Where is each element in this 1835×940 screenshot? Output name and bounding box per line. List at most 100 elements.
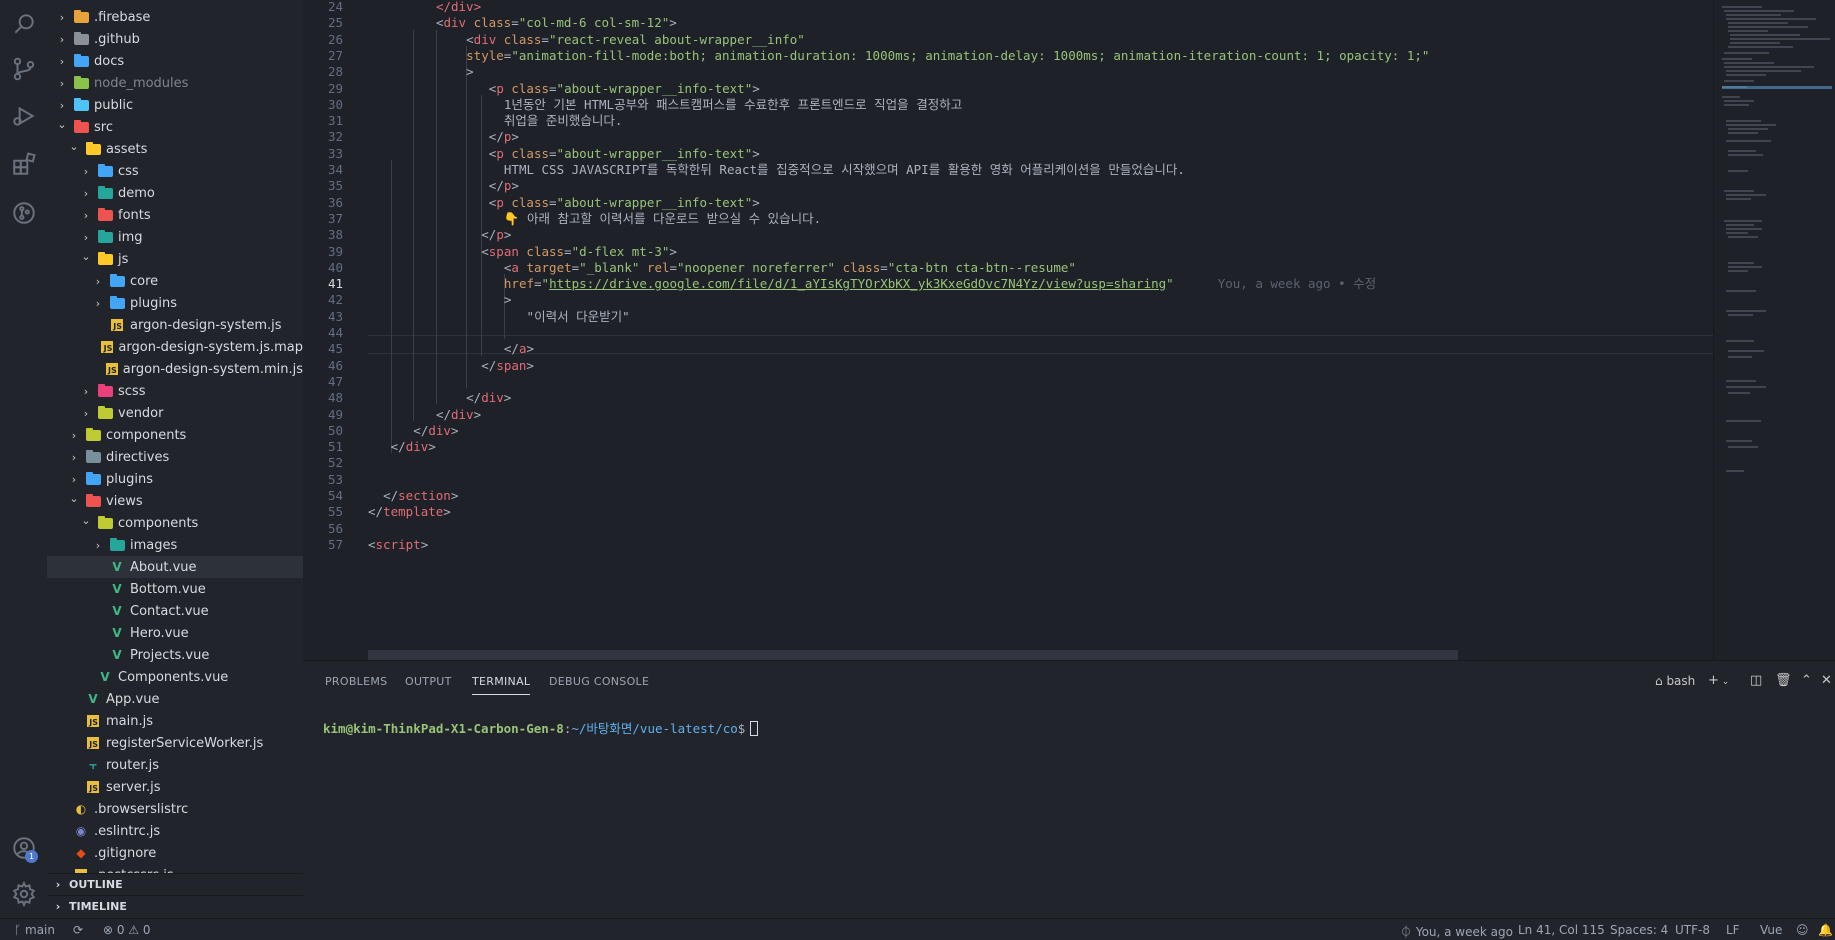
file-tree-item[interactable]: › img	[47, 226, 303, 248]
git-graph-icon[interactable]	[8, 197, 39, 228]
code-line: <script>	[368, 535, 428, 554]
file-tree-item[interactable]: › plugins	[47, 468, 303, 490]
file-tree-item[interactable]: ⌄ src	[47, 116, 303, 138]
file-tree-item[interactable]: ⌄ views	[47, 490, 303, 512]
tab-output[interactable]: OUTPUT	[405, 675, 452, 688]
run-debug-icon[interactable]	[8, 100, 39, 131]
file-tree-item[interactable]: V Projects.vue	[47, 644, 303, 666]
file-tree-item[interactable]: › images	[47, 534, 303, 556]
file-tree-item[interactable]: › vendor	[47, 402, 303, 424]
file-tree-item[interactable]: ⌄ assets	[47, 138, 303, 160]
encoding[interactable]: UTF-8	[1675, 923, 1710, 937]
file-tree-item[interactable]: › css	[47, 160, 303, 182]
file-tree-item[interactable]: V Components.vue	[47, 666, 303, 688]
file-tree-item[interactable]: › core	[47, 270, 303, 292]
feedback-icon[interactable]: ☺	[1796, 923, 1809, 937]
warning-count: 0	[142, 923, 151, 937]
code-token: "_blank"	[579, 259, 640, 275]
file-tree-item[interactable]: JS registerServiceWorker.js	[47, 732, 303, 754]
javascript-file-icon: JS	[85, 780, 101, 794]
file-tree-label: core	[130, 273, 159, 289]
file-tree-item[interactable]: ⫟ router.js	[47, 754, 303, 776]
file-tree-item[interactable]: V Contact.vue	[47, 600, 303, 622]
maximize-panel-icon[interactable]: ⌃	[1801, 673, 1812, 688]
file-tree-item[interactable]: › docs	[47, 50, 303, 72]
add-terminal-button[interactable]: + ⌄	[1708, 673, 1729, 688]
file-tree-item[interactable]: JS main.js	[47, 710, 303, 732]
folder-icon	[73, 75, 89, 90]
branch-indicator[interactable]: ᚴ main	[14, 923, 55, 937]
code-editor[interactable]: 24 </div> 25 <div class="col-md-6 col-sm-12…	[303, 0, 1835, 660]
close-icon[interactable]: ✕	[1821, 673, 1832, 688]
file-tree-item[interactable]: › .firebase	[47, 6, 303, 28]
code-token: =	[549, 194, 557, 210]
line-number: 35	[327, 178, 343, 194]
code-token: target	[518, 259, 572, 275]
file-tree-item[interactable]: › scss	[47, 380, 303, 402]
notifications-icon[interactable]: 🔔	[1818, 923, 1833, 937]
file-tree-item[interactable]: ◆ .gitignore	[47, 842, 303, 864]
file-tree-item[interactable]: › .github	[47, 28, 303, 50]
javascript-file-icon: JS	[101, 340, 114, 354]
outline-section[interactable]: › OUTLINE	[47, 873, 303, 895]
timeline-section[interactable]: › TIMELINE	[47, 895, 303, 917]
code-token: a	[511, 259, 519, 275]
code-token[interactable]: https://drive.google.com/file/d/1_aYIsKg…	[549, 276, 1166, 291]
file-tree-item[interactable]: › fonts	[47, 204, 303, 226]
minimap[interactable]	[1713, 0, 1835, 660]
vue-file-icon: V	[112, 604, 122, 618]
terminal-output[interactable]: kim@kim-ThinkPad-X1-Carbon-Gen-8:~/바탕화면/…	[323, 718, 759, 737]
javascript-file-icon: JS	[109, 318, 125, 332]
file-tree-label: src	[94, 119, 113, 135]
file-tree-item[interactable]: JS.postcssrc.js	[47, 864, 303, 873]
file-tree-item[interactable]: JS argon-design-system.min.js	[47, 358, 303, 380]
file-tree-item[interactable]: › directives	[47, 446, 303, 468]
line-ending[interactable]: LF	[1726, 923, 1740, 937]
file-tree-item[interactable]: V Bottom.vue	[47, 578, 303, 600]
file-tree-item[interactable]: ◉ .eslintrc.js	[47, 820, 303, 842]
file-tree-item[interactable]: JS argon-design-system.js.map	[47, 336, 303, 358]
sync-icon[interactable]: ⟳	[73, 923, 83, 937]
code-token: =	[511, 15, 519, 31]
split-terminal-icon[interactable]: ◫	[1750, 673, 1762, 688]
indentation[interactable]: Spaces: 4	[1610, 923, 1668, 937]
inline-blame: You, a week ago • 수정	[1217, 276, 1377, 292]
tab-debug-console[interactable]: DEBUG CONSOLE	[549, 675, 649, 688]
language-mode[interactable]: Vue	[1760, 923, 1782, 937]
search-icon[interactable]	[8, 8, 39, 39]
account-icon[interactable]: 1	[8, 832, 39, 863]
line-number: 25	[327, 15, 343, 31]
file-tree-item[interactable]: › plugins	[47, 292, 303, 314]
cursor-position[interactable]: Ln 41, Col 115	[1518, 923, 1605, 937]
file-tree-item[interactable]: ◐ .browserslistrc	[47, 798, 303, 820]
chevron-right-icon: ›	[59, 10, 65, 24]
file-tree-item[interactable]: › node_modules	[47, 72, 303, 94]
code-token: </	[481, 357, 497, 373]
terminal-shell-selector[interactable]: ⌂ bash	[1655, 674, 1695, 688]
tab-terminal[interactable]: TERMINAL	[472, 675, 531, 695]
file-tree-item[interactable]: › public	[47, 94, 303, 116]
file-tree-item[interactable]: ⌄ components	[47, 512, 303, 534]
trash-icon[interactable]: 🗑	[1775, 673, 1792, 688]
code-token: 👇 아래 참고할 이력서를 다운로드 받으실 수 있습니다.	[503, 210, 822, 226]
file-tree-item[interactable]: › demo	[47, 182, 303, 204]
horizontal-scrollbar[interactable]	[368, 650, 1458, 660]
problems-indicator[interactable]: ⊗ 0 ⚠ 0	[103, 923, 151, 937]
file-tree-item[interactable]: › components	[47, 424, 303, 446]
file-tree-item[interactable]: V About.vue	[47, 556, 303, 578]
gear-icon[interactable]	[8, 878, 39, 909]
file-tree-item[interactable]: V App.vue	[47, 688, 303, 710]
file-tree-item[interactable]: V Hero.vue	[47, 622, 303, 644]
branch-name: main	[25, 923, 55, 937]
code-token: =	[564, 243, 572, 259]
file-tree-item[interactable]: JS argon-design-system.js	[47, 314, 303, 336]
file-tree-label: argon-design-system.js.map	[118, 339, 303, 355]
code-token: >	[503, 390, 512, 406]
source-control-icon[interactable]	[8, 53, 39, 84]
git-blame-status[interactable]: ⏀ You, a week ago	[1400, 923, 1513, 940]
extensions-icon[interactable]	[8, 148, 39, 179]
code-token: </	[488, 178, 504, 194]
file-tree-item[interactable]: ⌄ js	[47, 248, 303, 270]
tab-problems[interactable]: PROBLEMS	[325, 675, 387, 688]
file-tree-item[interactable]: JS server.js	[47, 776, 303, 798]
